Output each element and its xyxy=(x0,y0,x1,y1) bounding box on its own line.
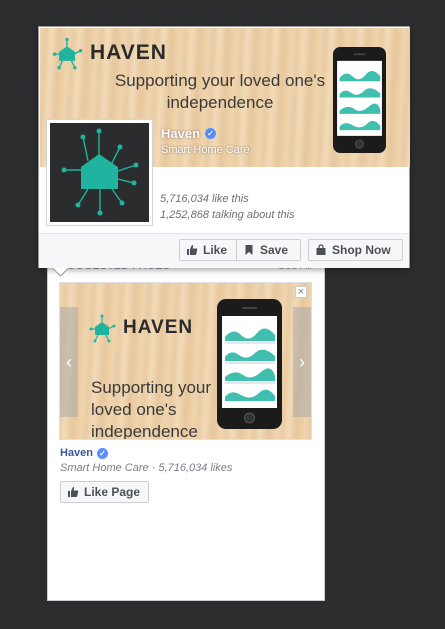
phone-mockup xyxy=(217,299,282,429)
action-bar: Like Save Shop Now xyxy=(39,233,409,268)
ad-tagline: Supporting your loved one's independence xyxy=(91,378,212,440)
haven-wordmark: HAVEN xyxy=(123,317,194,338)
close-icon[interactable]: × xyxy=(295,286,307,298)
suggested-page-meta: Smart Home Care · 5,716,034 likes xyxy=(60,462,233,474)
thumbs-up-icon xyxy=(187,245,198,255)
page-name[interactable]: Haven ✓ xyxy=(161,126,217,141)
like-button[interactable]: Like xyxy=(179,239,237,261)
talking-count: 1,252,868 talking about this xyxy=(160,209,295,221)
like-page-label: Like Page xyxy=(84,485,141,499)
carousel-next-button[interactable]: › xyxy=(293,307,311,417)
suggested-ad-image[interactable]: × ‹ › HAVEN Supporting your loved one's … xyxy=(59,282,312,440)
like-page-button[interactable]: Like Page xyxy=(60,481,149,503)
verified-icon: ✓ xyxy=(205,128,217,139)
haven-logo-icon xyxy=(52,37,83,70)
likes-count: 5,716,034 like this xyxy=(160,193,249,205)
page-name-text[interactable]: Haven xyxy=(161,126,200,141)
save-button[interactable]: Save xyxy=(236,239,301,261)
carousel-prev-button[interactable]: ‹ xyxy=(60,307,78,417)
haven-brand: HAVEN xyxy=(87,313,193,343)
phone-mockup xyxy=(333,47,386,153)
page-name-text[interactable]: Haven xyxy=(60,447,93,459)
suggested-pages-panel: SUGGESTED PAGES See All × ‹ › HAVEN Supp… xyxy=(47,255,325,601)
profile-picture[interactable] xyxy=(46,119,153,226)
haven-wordmark: HAVEN xyxy=(90,41,167,64)
page-category: Smart Home Care xyxy=(161,144,250,156)
haven-brand: HAVEN xyxy=(50,35,167,71)
thumbs-up-icon xyxy=(68,487,79,497)
page-hovercard: HAVEN Supporting your loved one's indepe… xyxy=(38,26,410,277)
save-label: Save xyxy=(260,243,289,257)
page-stats: 5,716,034 like this 1,252,868 talking ab… xyxy=(160,191,295,223)
haven-logo-icon xyxy=(61,128,139,216)
shop-now-label: Shop Now xyxy=(332,243,391,257)
shopping-bag-icon xyxy=(316,244,326,255)
cover-tagline: Supporting your loved one's independence xyxy=(114,71,326,112)
verified-icon: ✓ xyxy=(97,447,109,459)
haven-logo-icon xyxy=(89,314,116,343)
like-label: Like xyxy=(203,243,228,257)
suggested-page-name[interactable]: Haven ✓ xyxy=(60,447,109,459)
bookmark-icon xyxy=(245,245,253,255)
shop-now-button[interactable]: Shop Now xyxy=(308,239,403,261)
